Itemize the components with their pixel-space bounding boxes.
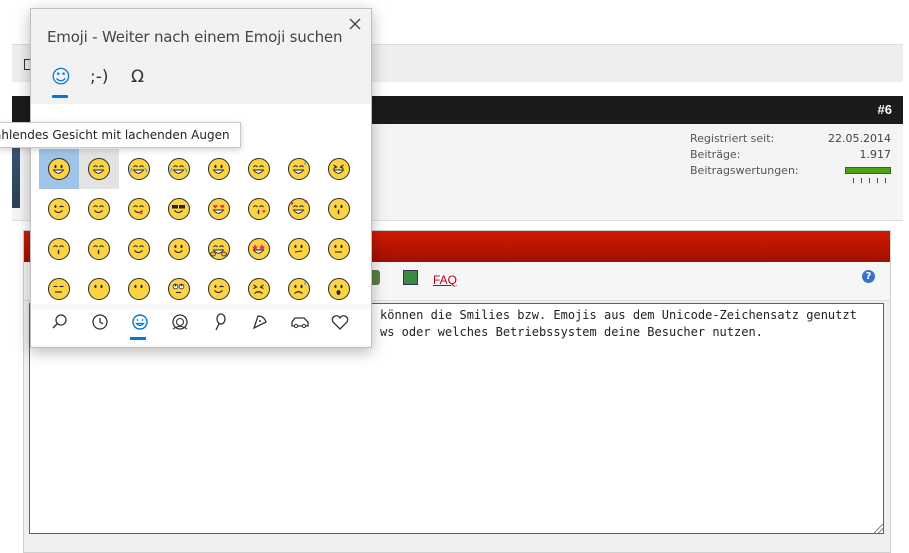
emoji-slight-smile[interactable]	[159, 229, 199, 269]
tab-kaomoji[interactable]: ;-)	[90, 67, 109, 87]
open-mouth-face-icon	[328, 278, 350, 300]
relaxed-face-icon	[128, 238, 150, 260]
laughing-face-icon	[328, 158, 350, 180]
kissing-face-icon	[328, 198, 350, 220]
star-struck-face-icon	[248, 238, 270, 260]
help-icon[interactable]: ?	[862, 270, 875, 283]
textarea-line-2: ws oder welches Betriebssystem deine Bes…	[380, 325, 763, 339]
sweat-smile-face-icon	[288, 158, 310, 180]
emoji-sunglasses[interactable]	[159, 189, 199, 229]
resize-handle[interactable]	[874, 524, 883, 533]
emoji-rolling-eyes[interactable]	[159, 269, 199, 309]
emoji-laughing[interactable]	[319, 149, 359, 189]
avatar[interactable]	[12, 138, 20, 208]
rating-bar	[845, 167, 891, 183]
registered-label: Registriert seit:	[690, 132, 775, 145]
post-number[interactable]: #6	[878, 102, 892, 117]
grinning-face-icon	[48, 158, 70, 180]
emoji-relaxed[interactable]	[119, 229, 159, 269]
celebration-icon[interactable]	[210, 312, 230, 332]
toolbar-picture-icon[interactable]	[403, 270, 418, 285]
faq-link[interactable]: FAQ	[433, 273, 457, 287]
kissing-heart-face-icon	[248, 198, 270, 220]
rolling-eyes-face-icon	[168, 278, 190, 300]
face-without-mouth-face-icon	[128, 278, 150, 300]
kissing-closed-eyes-face-icon	[88, 238, 110, 260]
smirk-face-icon	[208, 278, 230, 300]
slight-smile-face-icon	[168, 238, 190, 260]
emoji-tooltip: ahlendes Gesicht mit lachenden Augen	[0, 122, 241, 148]
food-icon[interactable]	[250, 312, 270, 332]
emoji-face-without-mouth[interactable]	[119, 269, 159, 309]
tooltip-text: ahlendes Gesicht mit lachenden Augen	[0, 128, 230, 142]
emoji-smiling-hearts[interactable]	[279, 189, 319, 229]
emoji-thinking[interactable]	[279, 229, 319, 269]
recent-clock-icon[interactable]	[90, 312, 110, 332]
emoji-neutral[interactable]	[319, 229, 359, 269]
people-icon[interactable]	[170, 312, 190, 332]
smiley-faces-icon[interactable]	[130, 312, 150, 332]
emoji-category-bar	[31, 309, 371, 345]
yum-face-icon	[128, 198, 150, 220]
smiling-hearts-face-icon	[288, 198, 310, 220]
smiley-face-icon	[208, 158, 230, 180]
kissing-smiling-eyes-face-icon	[48, 238, 70, 260]
emoji-smirk[interactable]	[199, 269, 239, 309]
ratings-label: Beitragswertungen:	[690, 164, 799, 177]
tab-emoji[interactable]: ☺	[51, 67, 71, 87]
smile-face-icon	[248, 158, 270, 180]
thinking-face-icon	[288, 238, 310, 260]
wink-face-icon	[48, 198, 70, 220]
emoji-yum[interactable]	[119, 189, 159, 229]
heart-eyes-face-icon	[208, 198, 230, 220]
emoji-rofl[interactable]	[159, 149, 199, 189]
emoji-joy[interactable]	[119, 149, 159, 189]
search-icon[interactable]	[50, 312, 70, 332]
emoji-sweat-smile[interactable]	[279, 149, 319, 189]
emoji-no-mouth[interactable]	[79, 269, 119, 309]
emoji-persevere[interactable]	[239, 269, 279, 309]
emoji-wink[interactable]	[39, 189, 79, 229]
emoji-smiley[interactable]	[199, 149, 239, 189]
emoji-star-struck[interactable]	[239, 229, 279, 269]
tab-symbols[interactable]: Ω	[131, 67, 144, 87]
posts-value: 1.917	[859, 148, 892, 161]
hugging-face-icon	[208, 238, 230, 260]
emoji-grinning[interactable]	[39, 149, 79, 189]
emoji-heart-eyes[interactable]	[199, 189, 239, 229]
emoji-expressionless[interactable]	[39, 269, 79, 309]
rofl-face-icon	[168, 158, 190, 180]
emoji-blush[interactable]	[79, 189, 119, 229]
emoji-kissing-closed-eyes[interactable]	[79, 229, 119, 269]
emoji-panel-header: Emoji - Weiter nach einem Emoji suchen ☺…	[31, 9, 371, 104]
tab-selected-indicator	[52, 95, 68, 98]
posts-label: Beiträge:	[690, 148, 741, 161]
grimacing-face-icon	[88, 158, 110, 180]
travel-car-icon[interactable]	[290, 312, 310, 332]
emoji-kissing-heart[interactable]	[239, 189, 279, 229]
registered-value: 22.05.2014	[828, 132, 891, 145]
emoji-open-mouth[interactable]	[319, 269, 359, 309]
blush-face-icon	[88, 198, 110, 220]
persevere-face-icon	[248, 278, 270, 300]
category-selected-indicator	[130, 337, 146, 340]
textarea-content: können die Smilies bzw. Emojis aus dem U…	[380, 307, 857, 341]
emoji-hugging[interactable]	[199, 229, 239, 269]
emoji-kissing[interactable]	[319, 189, 359, 229]
heart-icon[interactable]	[330, 312, 350, 332]
emoji-grimacing[interactable]	[79, 149, 119, 189]
emoji-panel-title: Emoji - Weiter nach einem Emoji suchen	[47, 28, 343, 46]
expressionless-face-icon	[48, 278, 70, 300]
sunglasses-face-icon	[168, 198, 190, 220]
emoji-panel: Emoji - Weiter nach einem Emoji suchen ☺…	[30, 8, 372, 348]
disappointed-relieved-face-icon	[288, 278, 310, 300]
emoji-smile[interactable]	[239, 149, 279, 189]
emoji-kissing-smiling-eyes[interactable]	[39, 229, 79, 269]
textarea-line-1: können die Smilies bzw. Emojis aus dem U…	[380, 308, 857, 322]
joy-face-icon	[128, 158, 150, 180]
neutral-face-icon	[328, 238, 350, 260]
emoji-disappointed-relieved[interactable]	[279, 269, 319, 309]
no-mouth-face-icon	[88, 278, 110, 300]
close-icon[interactable]	[348, 17, 362, 31]
